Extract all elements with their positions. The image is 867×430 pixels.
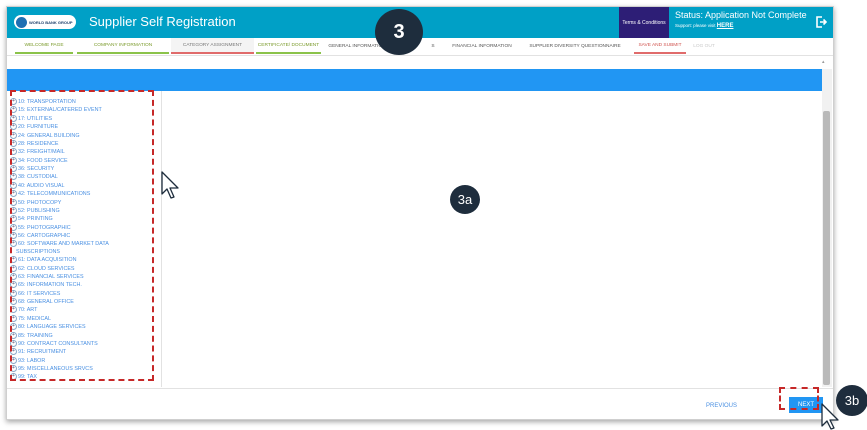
brand-logo: WORLD BANK GROUP: [14, 15, 76, 29]
scrollbar[interactable]: [822, 69, 832, 387]
next-marker-badge: 3b: [836, 385, 867, 416]
globe-icon: [16, 16, 27, 28]
support-link[interactable]: HERE: [717, 23, 734, 29]
app-title: Supplier Self Registration: [89, 14, 236, 29]
scrollbar-thumb[interactable]: [823, 111, 830, 385]
support-prefix: Support: please visit: [675, 23, 717, 28]
scroll-up-icon[interactable]: ▴: [822, 59, 825, 65]
tab-supplier-diversity[interactable]: SUPPLIER DIVERSITY QUESTIONNAIRE: [519, 38, 631, 54]
section-header-bar: [7, 69, 825, 91]
previous-button[interactable]: PREVIOUS: [706, 403, 737, 409]
tab-category-assignment[interactable]: CATEGORY ASSIGNMENT: [171, 38, 254, 54]
highlight-next-button: [779, 387, 819, 410]
highlight-category-list: [10, 90, 154, 381]
terms-conditions-box[interactable]: Terms & Conditions: [619, 7, 669, 38]
tab-certificate-document[interactable]: CERTIFICATE/ DOCUMENT: [256, 38, 321, 54]
mouse-pointer-icon: [161, 171, 179, 199]
step-number-badge: 3: [375, 9, 423, 55]
tab-company-information[interactable]: COMPANY INFORMATION: [77, 38, 169, 54]
terms-conditions-link[interactable]: Terms & Conditions: [622, 20, 665, 26]
exit-icon[interactable]: [815, 16, 827, 28]
tab-log-out[interactable]: LOG OUT: [689, 38, 719, 54]
tab-save-and-submit[interactable]: SAVE AND SUBMIT: [634, 38, 686, 54]
tab-financial-information[interactable]: FINANCIAL INFORMATION: [447, 38, 517, 54]
tab-partial[interactable]: S: [427, 38, 439, 54]
logo-text: WORLD BANK GROUP: [29, 19, 73, 25]
support-text: Support: please visit HERE: [675, 23, 733, 29]
list-marker-badge: 3a: [450, 185, 480, 214]
application-status: Status: Application Not Complete: [675, 10, 807, 20]
page-footer: PREVIOUS NEXT: [7, 388, 833, 419]
tab-welcome-page[interactable]: WELCOME PAGE: [15, 38, 73, 54]
